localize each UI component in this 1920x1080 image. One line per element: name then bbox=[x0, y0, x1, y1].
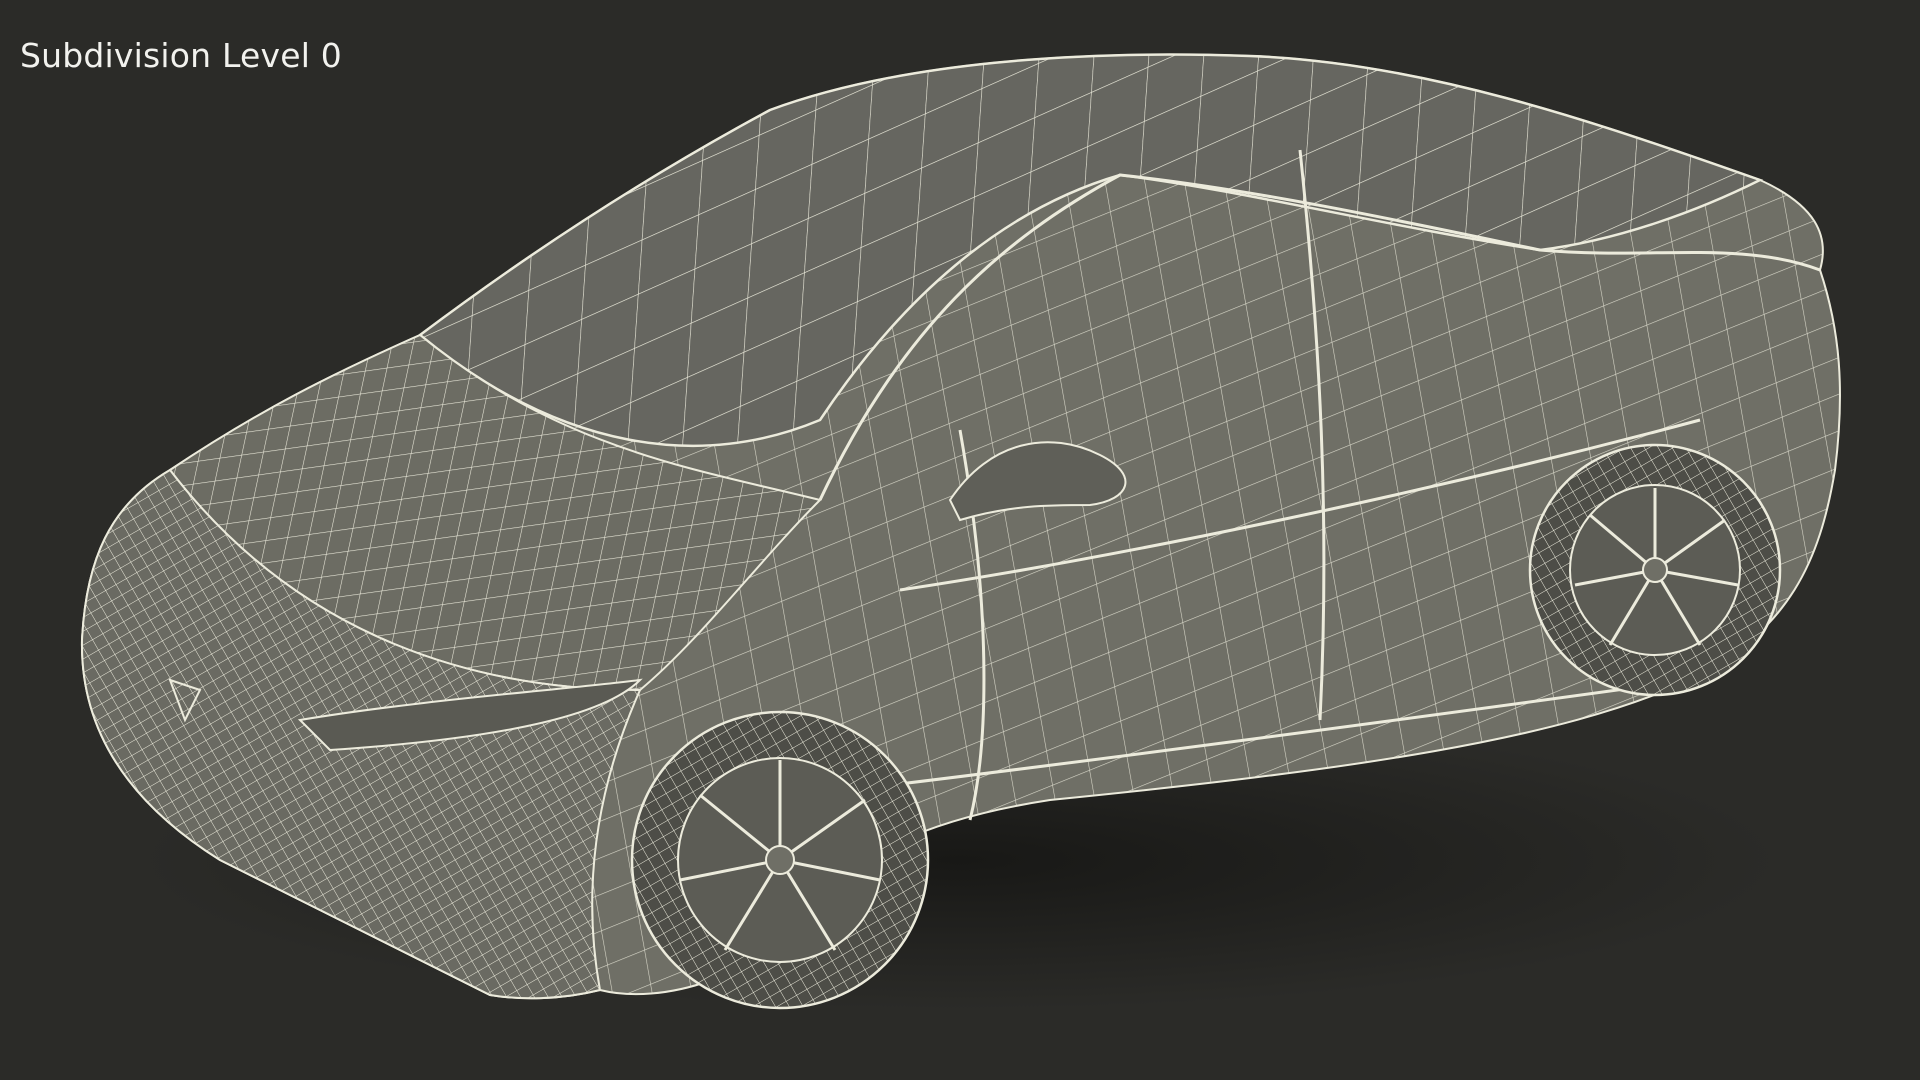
subdivision-level-label: Subdivision Level 0 bbox=[20, 36, 342, 75]
3d-viewport[interactable]: Subdivision Level 0 bbox=[0, 0, 1920, 1080]
car-wireframe-render bbox=[80, 53, 1841, 1010]
front-wheel-icon bbox=[630, 710, 930, 1010]
rear-wheel-icon bbox=[1528, 443, 1782, 697]
